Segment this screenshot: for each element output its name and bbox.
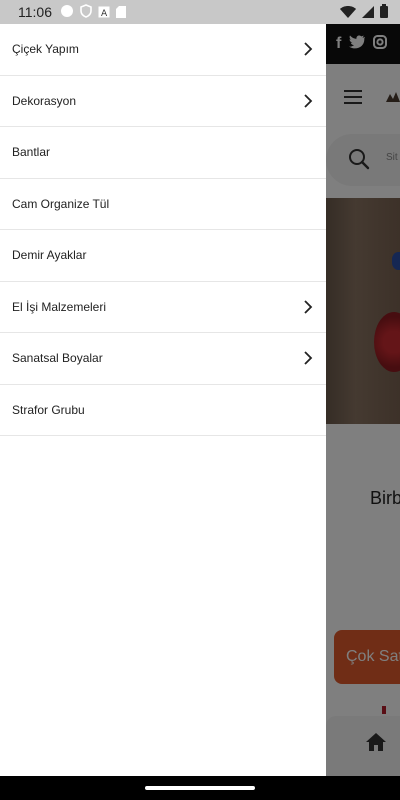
status-bar: 11:06 A bbox=[0, 0, 400, 24]
drawer-item-label: Demir Ayaklar bbox=[12, 248, 87, 263]
drawer-item-label: Bantlar bbox=[12, 145, 51, 160]
gesture-nav-bar bbox=[0, 776, 400, 800]
drawer-item-label: Çiçek Yapım bbox=[12, 42, 79, 57]
drawer-item-label: El İşi Malzemeleri bbox=[12, 299, 107, 314]
chevron-right-icon bbox=[304, 42, 313, 56]
drawer-item-cam-organize-tul[interactable]: Cam Organize Tül bbox=[0, 179, 326, 230]
drawer-item-label: Sanatsal Boyalar bbox=[12, 351, 103, 366]
drawer-item-dekorasyon[interactable]: Dekorasyon bbox=[0, 76, 326, 127]
chevron-right-icon bbox=[304, 94, 313, 108]
svg-text:A: A bbox=[101, 9, 108, 18]
drawer-item-label: Strafor Grubu bbox=[12, 402, 85, 417]
drawer-item-label: Dekorasyon bbox=[12, 93, 77, 108]
shield-icon bbox=[80, 3, 92, 22]
drawer-item-strafor-grubu[interactable]: Strafor Grubu bbox=[0, 385, 326, 436]
drawer-item-sanatsal-boyalar[interactable]: Sanatsal Boyalar bbox=[0, 333, 326, 385]
chevron-right-icon bbox=[304, 351, 313, 365]
chevron-right-icon bbox=[304, 300, 313, 314]
drawer-item-el-isi-malzemeleri[interactable]: El İşi Malzemeleri bbox=[0, 282, 326, 333]
sd-card-icon bbox=[116, 3, 126, 22]
drawer-item-bantlar[interactable]: Bantlar bbox=[0, 127, 326, 179]
drawer-item-label: Cam Organize Tül bbox=[12, 196, 110, 211]
category-drawer: Çiçek Yapım Dekorasyon Bantlar Cam Organ… bbox=[0, 24, 326, 776]
home-gesture-handle[interactable] bbox=[145, 786, 255, 790]
drawer-item-demir-ayaklar[interactable]: Demir Ayaklar bbox=[0, 230, 326, 282]
signal-icon bbox=[362, 3, 374, 22]
a-icon: A bbox=[98, 3, 110, 22]
wifi-icon bbox=[340, 3, 356, 22]
circle-icon bbox=[60, 3, 74, 22]
status-time: 11:06 bbox=[18, 4, 52, 20]
drawer-item-cicek-yapim[interactable]: Çiçek Yapım bbox=[0, 24, 326, 76]
battery-icon bbox=[380, 3, 388, 22]
